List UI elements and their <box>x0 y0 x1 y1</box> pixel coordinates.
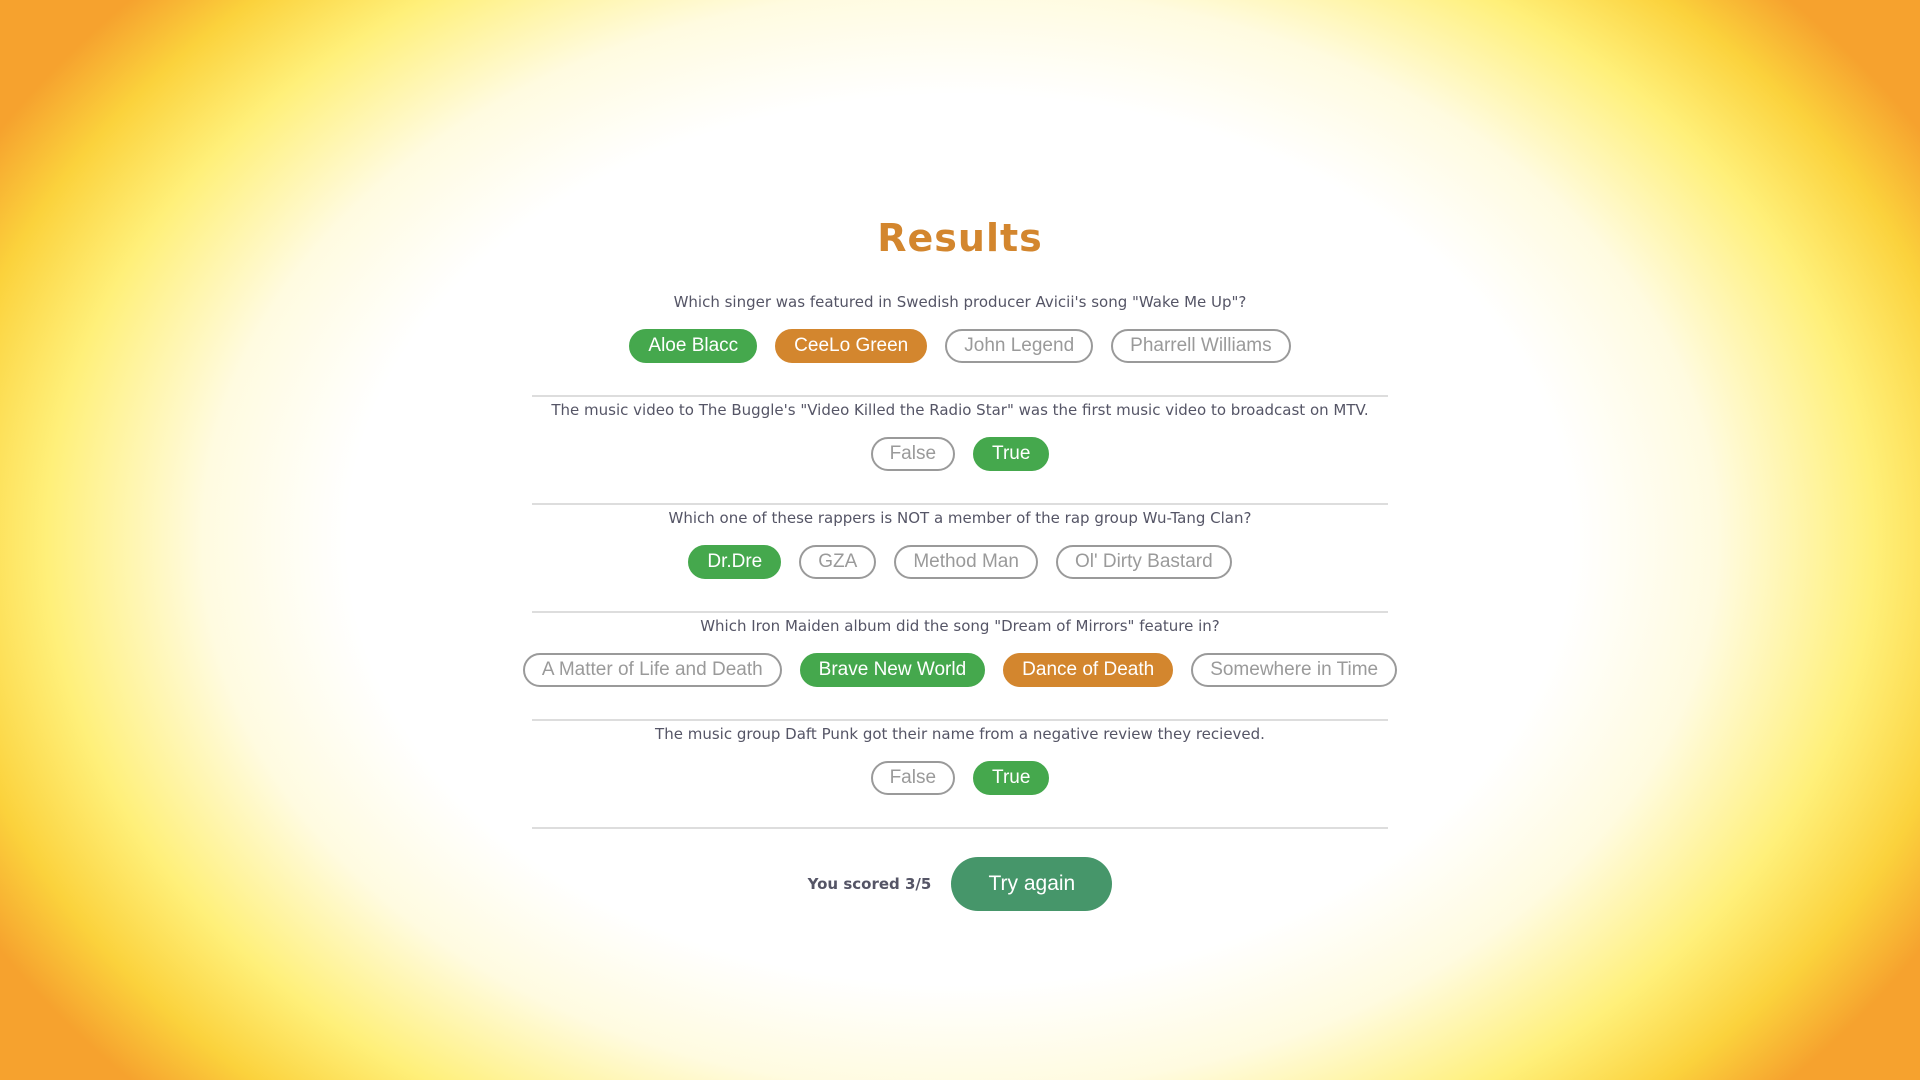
question-list: Which singer was featured in Swedish pro… <box>522 291 1398 829</box>
answer-option-neutral[interactable]: A Matter of Life and Death <box>522 653 782 687</box>
answer-option-correct[interactable]: True <box>973 437 1050 471</box>
answer-option-neutral[interactable]: Ol' Dirty Bastard <box>1055 545 1232 579</box>
question-block: Which Iron Maiden album did the song "Dr… <box>522 615 1398 721</box>
results-footer: You scored 3/5 Try again <box>532 857 1388 911</box>
question-block: Which one of these rappers is NOT a memb… <box>532 507 1388 613</box>
answer-option-neutral[interactable]: Somewhere in Time <box>1191 653 1398 687</box>
try-again-button[interactable]: Try again <box>951 857 1113 911</box>
answer-options: Dr.Dre GZA Method Man Ol' Dirty Bastard <box>532 545 1388 579</box>
answer-option-correct[interactable]: Aloe Blacc <box>629 329 758 363</box>
page-title: Results <box>877 216 1043 260</box>
answer-option-wrong[interactable]: Dance of Death <box>1003 653 1174 687</box>
question-text: The music group Daft Punk got their name… <box>655 725 1265 743</box>
question-text: Which one of these rappers is NOT a memb… <box>668 509 1252 527</box>
answer-options: Aloe Blacc CeeLo Green John Legend Pharrell… <box>532 329 1388 363</box>
question-block: The music group Daft Punk got their name… <box>532 723 1388 829</box>
question-block: The music video to The Buggle's "Video K… <box>532 399 1388 505</box>
answer-option-neutral[interactable]: Pharrell Williams <box>1111 329 1291 363</box>
answer-option-neutral[interactable]: Method Man <box>894 545 1038 579</box>
answer-option-neutral[interactable]: False <box>870 761 956 795</box>
score-text: You scored 3/5 <box>807 875 932 893</box>
answer-option-correct[interactable]: True <box>973 761 1050 795</box>
results-panel: Results Which singer was featured in Swe… <box>522 213 1398 911</box>
question-text: Which singer was featured in Swedish pro… <box>673 293 1247 311</box>
answer-options: False True <box>532 437 1388 471</box>
answer-option-neutral[interactable]: False <box>870 437 956 471</box>
answer-option-neutral[interactable]: GZA <box>799 545 877 579</box>
answer-option-correct[interactable]: Brave New World <box>799 653 986 687</box>
question-text: Which Iron Maiden album did the song "Dr… <box>700 617 1220 635</box>
answer-options: A Matter of Life and Death Brave New Worl… <box>522 653 1398 687</box>
answer-option-correct[interactable]: Dr.Dre <box>688 545 782 579</box>
question-text: The music video to The Buggle's "Video K… <box>551 401 1369 419</box>
answer-option-neutral[interactable]: John Legend <box>945 329 1094 363</box>
answer-options: False True <box>532 761 1388 795</box>
answer-option-wrong[interactable]: CeeLo Green <box>775 329 928 363</box>
question-block: Which singer was featured in Swedish pro… <box>532 291 1388 397</box>
